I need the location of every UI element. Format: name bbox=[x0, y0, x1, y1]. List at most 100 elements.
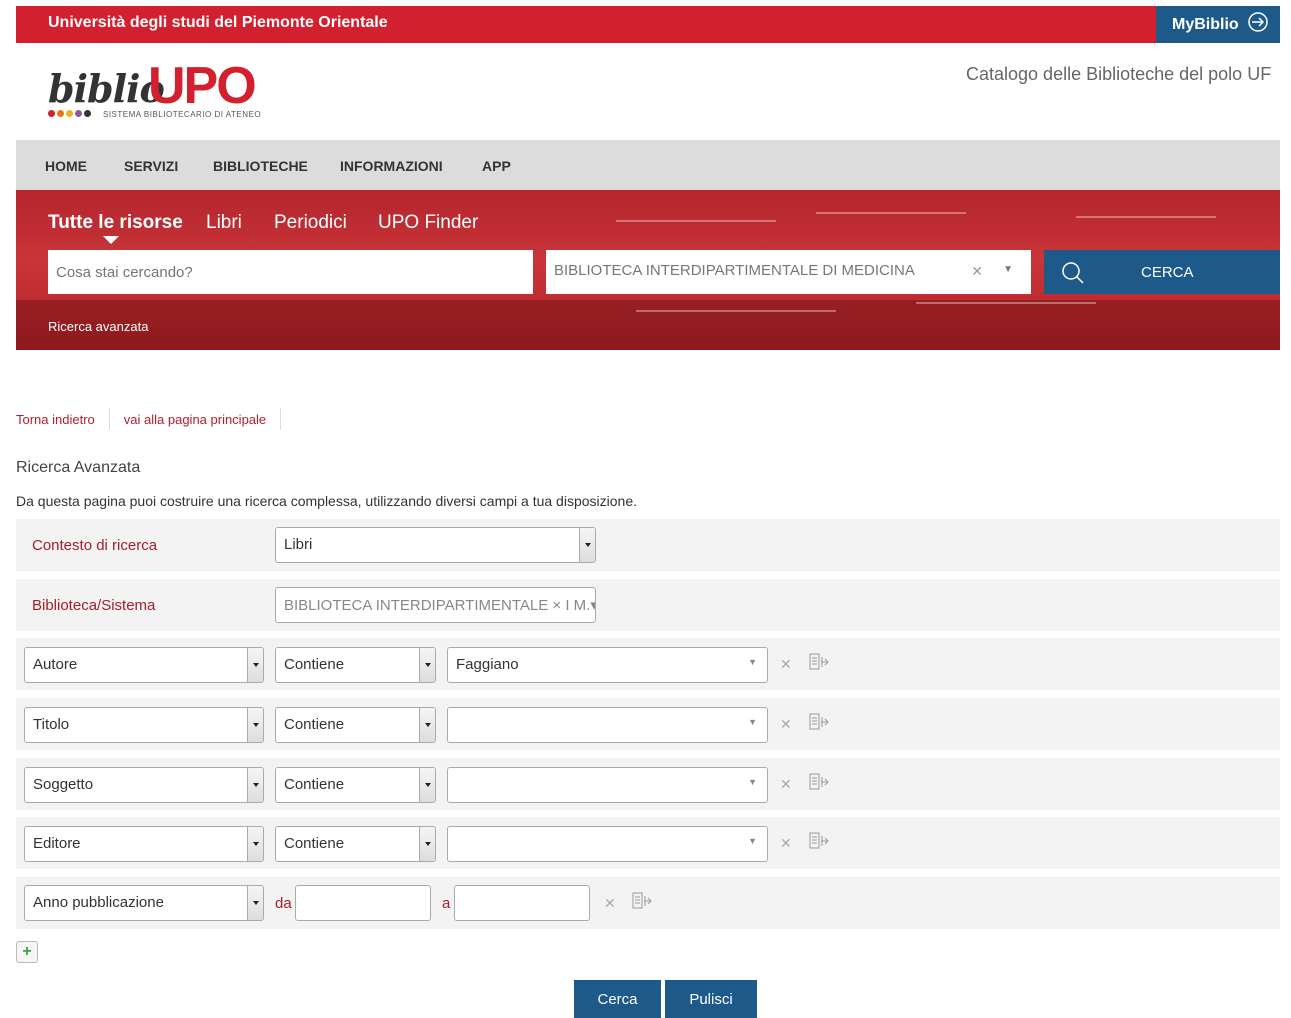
chevron-down-icon bbox=[419, 827, 435, 861]
context-select-value: Libri bbox=[284, 536, 313, 553]
search-button[interactable]: CERCA bbox=[1044, 250, 1280, 294]
page-title: Ricerca Avanzata bbox=[16, 459, 141, 476]
field-row-titolo: Titolo Contiene ▼ ✕ bbox=[16, 698, 1280, 750]
logo-text: biblio bbox=[48, 66, 165, 111]
mybiblio-button[interactable]: MyBiblio bbox=[1156, 6, 1280, 43]
logo-dots bbox=[48, 110, 91, 117]
nav-home[interactable]: HOME bbox=[45, 158, 87, 174]
clear-icon[interactable]: ✕ bbox=[971, 263, 983, 280]
chevron-down-icon[interactable]: ▼ bbox=[1003, 264, 1013, 275]
remove-row-icon[interactable]: ✕ bbox=[780, 656, 792, 673]
chevron-down-icon bbox=[247, 648, 263, 682]
field-select-value: Autore bbox=[33, 656, 78, 673]
banner-decoration bbox=[636, 310, 836, 312]
biblioupo-logo[interactable]: biblio UPO SISTEMA BIBLIOTECARIO DI ATEN… bbox=[48, 57, 288, 122]
context-select[interactable]: Libri bbox=[275, 527, 596, 563]
home-link[interactable]: vai alla pagina principale bbox=[124, 412, 266, 427]
tab-periodici[interactable]: Periodici bbox=[274, 212, 347, 234]
remove-row-icon[interactable]: ✕ bbox=[780, 835, 792, 852]
back-link[interactable]: Torna indietro bbox=[16, 412, 95, 427]
mybiblio-label: MyBiblio bbox=[1172, 15, 1239, 33]
context-row: Contesto di ricerca Libri bbox=[16, 519, 1280, 571]
copy-row-icon[interactable] bbox=[809, 653, 831, 676]
library-row: Biblioteca/Sistema BIBLIOTECA INTERDIPAR… bbox=[16, 579, 1280, 631]
field-select[interactable]: Autore bbox=[24, 647, 264, 683]
search-input[interactable] bbox=[48, 250, 533, 294]
banner-decoration bbox=[916, 302, 1096, 304]
operator-select-value: Contiene bbox=[284, 835, 345, 852]
operator-select[interactable]: Contiene bbox=[275, 826, 436, 862]
nav-biblioteche[interactable]: BIBLIOTECHE bbox=[213, 158, 308, 174]
year-to-label: a bbox=[442, 895, 451, 912]
year-from-input[interactable] bbox=[295, 885, 431, 921]
library-select-value: BIBLIOTECA INTERDIPARTIMENTALE DI MEDICI… bbox=[554, 262, 915, 279]
remove-row-icon[interactable]: ✕ bbox=[780, 776, 792, 793]
year-from-label: da bbox=[275, 895, 292, 912]
field-select[interactable]: Editore bbox=[24, 826, 264, 862]
field-select[interactable]: Anno pubblicazione bbox=[24, 885, 264, 921]
nav-app[interactable]: APP bbox=[482, 158, 511, 174]
copy-row-icon[interactable] bbox=[809, 832, 831, 855]
search-button-label: CERCA bbox=[1141, 264, 1194, 281]
copy-row-icon[interactable] bbox=[809, 773, 831, 796]
chevron-down-icon: ▼ bbox=[748, 657, 757, 667]
chevron-down-icon bbox=[419, 648, 435, 682]
university-name[interactable]: Università degli studi del Piemonte Orie… bbox=[48, 14, 388, 32]
field-select-value: Anno pubblicazione bbox=[33, 894, 164, 911]
tab-libri[interactable]: Libri bbox=[206, 212, 242, 234]
tab-tutte-le-risorse[interactable]: Tutte le risorse bbox=[48, 212, 183, 234]
operator-select[interactable]: Contiene bbox=[275, 707, 436, 743]
advanced-search-link[interactable]: Ricerca avanzata bbox=[48, 319, 148, 334]
field-select-value: Soggetto bbox=[33, 776, 94, 793]
library-label: Biblioteca/Sistema bbox=[32, 597, 156, 614]
remove-row-icon[interactable]: ✕ bbox=[780, 716, 792, 733]
field-row-editore: Editore Contiene ▼ ✕ bbox=[16, 817, 1280, 869]
active-tab-indicator bbox=[103, 236, 119, 244]
field-select-value: Editore bbox=[33, 835, 81, 852]
remove-row-icon[interactable]: ✕ bbox=[604, 895, 616, 912]
operator-select-value: Contiene bbox=[284, 716, 345, 733]
add-row-button[interactable]: + bbox=[16, 941, 38, 963]
main-nav: HOME SERVIZI BIBLIOTECHE INFORMAZIONI AP… bbox=[16, 140, 1280, 190]
logo-brand: UPO bbox=[148, 57, 257, 115]
value-input[interactable]: ▼ bbox=[447, 707, 768, 743]
search-banner: Tutte le risorse Libri Periodici UPO Fin… bbox=[16, 190, 1280, 350]
library-select[interactable]: BIBLIOTECA INTERDIPARTIMENTALE DI MEDICI… bbox=[546, 250, 1031, 294]
cerca-button[interactable]: Cerca bbox=[574, 980, 661, 1018]
chevron-down-icon: ▼ bbox=[748, 717, 757, 727]
operator-select[interactable]: Contiene bbox=[275, 647, 436, 683]
field-select[interactable]: Soggetto bbox=[24, 767, 264, 803]
copy-row-icon[interactable] bbox=[632, 892, 654, 915]
divider bbox=[108, 408, 110, 430]
banner-decoration bbox=[816, 212, 966, 214]
field-row-soggetto: Soggetto Contiene ▼ ✕ bbox=[16, 758, 1280, 810]
field-select-value: Titolo bbox=[33, 716, 70, 733]
chevron-down-icon bbox=[579, 528, 595, 562]
chevron-down-icon: ▼ bbox=[748, 836, 757, 846]
chevron-down-icon bbox=[247, 768, 263, 802]
nav-servizi[interactable]: SERVIZI bbox=[124, 158, 178, 174]
breadcrumb: Torna indietro vai alla pagina principal… bbox=[16, 408, 295, 430]
chevron-down-icon: ▼ bbox=[748, 777, 757, 787]
value-input-text: Faggiano bbox=[456, 656, 519, 673]
operator-select[interactable]: Contiene bbox=[275, 767, 436, 803]
value-input[interactable]: ▼ bbox=[447, 826, 768, 862]
field-select[interactable]: Titolo bbox=[24, 707, 264, 743]
library-multiselect[interactable]: BIBLIOTECA INTERDIPARTIMENTALE × I M.▾ D… bbox=[275, 587, 596, 623]
value-input[interactable]: ▼ bbox=[447, 767, 768, 803]
copy-row-icon[interactable] bbox=[809, 713, 831, 736]
operator-select-value: Contiene bbox=[284, 776, 345, 793]
banner-decoration bbox=[616, 220, 776, 222]
pulisci-button[interactable]: Pulisci bbox=[665, 980, 757, 1018]
year-to-input[interactable] bbox=[454, 885, 590, 921]
page-intro: Da questa pagina puoi costruire una rice… bbox=[16, 493, 637, 509]
library-multiselect-value: BIBLIOTECA INTERDIPARTIMENTALE × I M.▾ D… bbox=[284, 597, 596, 614]
catalog-title: Catalogo delle Biblioteche del polo UF bbox=[966, 64, 1272, 84]
nav-informazioni[interactable]: INFORMAZIONI bbox=[340, 158, 443, 174]
chevron-down-icon bbox=[247, 886, 263, 920]
chevron-down-icon bbox=[247, 708, 263, 742]
operator-select-value: Contiene bbox=[284, 656, 345, 673]
tab-upo-finder[interactable]: UPO Finder bbox=[378, 212, 478, 234]
logo-tagline: SISTEMA BIBLIOTECARIO DI ATENEO bbox=[103, 110, 262, 119]
value-input[interactable]: Faggiano ▼ bbox=[447, 647, 768, 683]
